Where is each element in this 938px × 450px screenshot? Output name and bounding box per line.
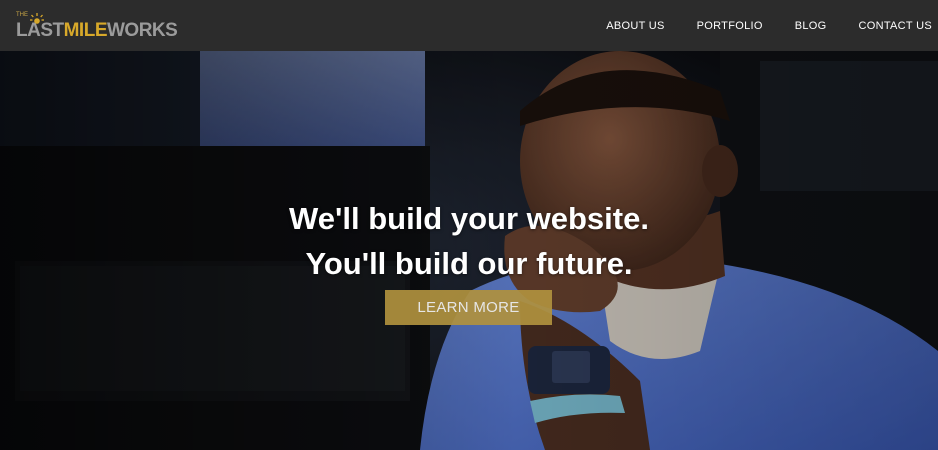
nav-portfolio[interactable]: PORTFOLIO bbox=[697, 20, 763, 32]
sun-icon bbox=[30, 13, 44, 24]
site-logo[interactable]: THE LAST MILE WORKS bbox=[16, 10, 178, 41]
logo-the-text: THE bbox=[16, 12, 28, 18]
site-header: THE LAST MILE WORKS ABOUT US PORTFOLIO B… bbox=[0, 0, 938, 51]
logo-last-text: LAST bbox=[16, 13, 64, 40]
logo-mile-text: MILE bbox=[63, 20, 108, 41]
nav-about-us[interactable]: ABOUT US bbox=[606, 20, 664, 32]
nav-contact-us[interactable]: CONTACT US bbox=[859, 20, 933, 32]
hero-section: We'll build your website. You'll build o… bbox=[0, 51, 938, 450]
nav-blog[interactable]: BLOG bbox=[795, 20, 827, 32]
logo-works-text: WORKS bbox=[107, 20, 178, 41]
main-nav: ABOUT US PORTFOLIO BLOG CONTACT US bbox=[574, 0, 932, 51]
hero-headline-line1: We'll build your website. bbox=[289, 201, 649, 236]
hero-headline-line2: You'll build our future. bbox=[305, 246, 633, 281]
learn-more-button[interactable]: LEARN MORE bbox=[385, 290, 552, 325]
